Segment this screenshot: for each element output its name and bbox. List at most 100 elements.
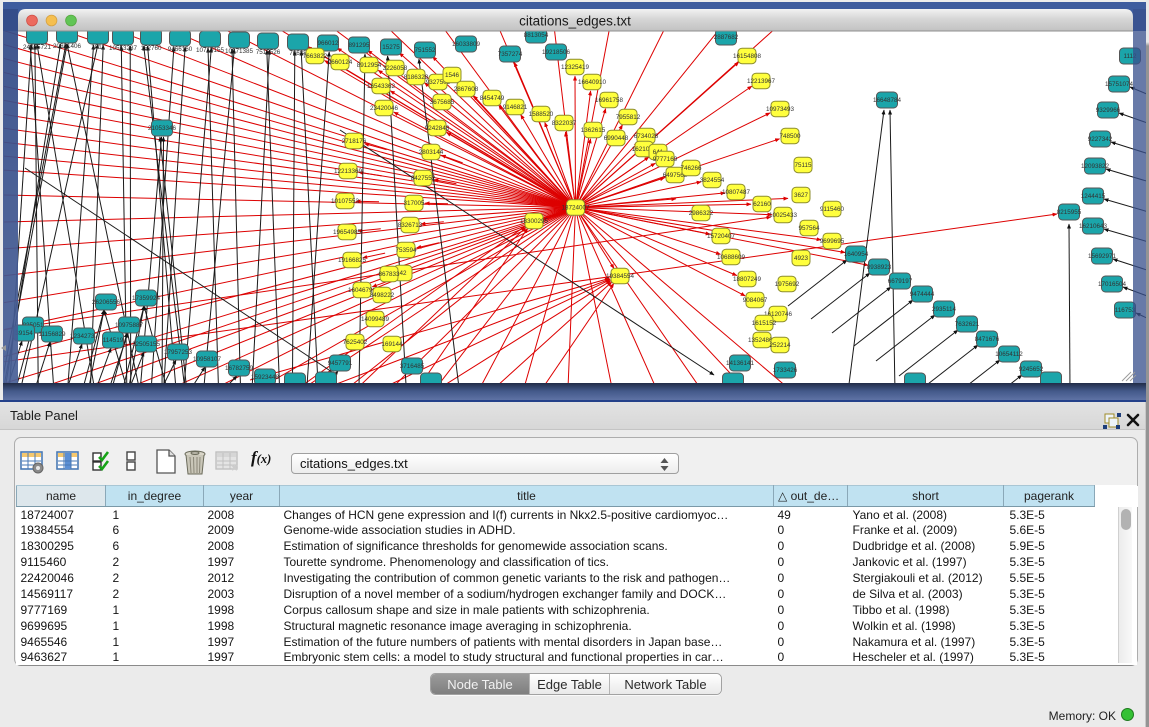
svg-text:9329966: 9329966 bbox=[1096, 107, 1121, 114]
svg-text:23420046: 23420046 bbox=[370, 105, 399, 112]
svg-text:14136141: 14136141 bbox=[726, 360, 755, 367]
svg-text:8813054: 8813054 bbox=[524, 32, 549, 39]
svg-text:7357274: 7357274 bbox=[498, 51, 523, 58]
svg-text:18807249: 18807249 bbox=[733, 276, 762, 283]
svg-text:9466160: 9466160 bbox=[168, 46, 193, 53]
svg-text:317005: 317005 bbox=[403, 200, 425, 207]
svg-text:10553287: 10553287 bbox=[109, 45, 138, 52]
svg-text:16961758: 16961758 bbox=[595, 97, 624, 104]
svg-text:8912954: 8912954 bbox=[357, 62, 382, 69]
svg-text:17016504: 17016504 bbox=[1098, 281, 1127, 288]
svg-text:19166825: 19166825 bbox=[338, 257, 367, 264]
svg-text:21053346: 21053346 bbox=[148, 125, 177, 132]
svg-text:751552: 751552 bbox=[414, 47, 436, 54]
svg-text:6990448: 6990448 bbox=[604, 135, 629, 142]
svg-text:8215955: 8215955 bbox=[1057, 209, 1082, 216]
svg-text:16648784: 16648784 bbox=[873, 97, 902, 104]
svg-text:9457791: 9457791 bbox=[328, 360, 353, 367]
svg-text:1811: 1811 bbox=[91, 44, 105, 51]
svg-text:7955812: 7955812 bbox=[616, 114, 641, 121]
svg-text:7663822: 7663822 bbox=[303, 53, 328, 60]
svg-text:9115460: 9115460 bbox=[820, 206, 845, 213]
svg-text:12325419: 12325419 bbox=[561, 64, 590, 71]
svg-text:10688609: 10688609 bbox=[717, 254, 746, 261]
svg-text:12093822: 12093822 bbox=[1081, 163, 1110, 170]
svg-text:9699695: 9699695 bbox=[820, 238, 845, 245]
svg-text:16782759: 16782759 bbox=[225, 365, 254, 372]
svg-text:16543362: 16543362 bbox=[367, 83, 396, 90]
svg-text:9084067: 9084067 bbox=[743, 297, 768, 304]
svg-text:citations_edges.txt: citations_edges.txt bbox=[519, 14, 631, 29]
svg-text:9245652: 9245652 bbox=[1019, 366, 1044, 373]
svg-text:3824554: 3824554 bbox=[700, 177, 725, 184]
svg-text:6679197: 6679197 bbox=[888, 278, 913, 285]
svg-text:18300295: 18300295 bbox=[520, 218, 549, 225]
svg-text:12213369: 12213369 bbox=[334, 168, 363, 175]
svg-text:1615152: 1615152 bbox=[752, 320, 777, 327]
svg-text:1362615: 1362615 bbox=[581, 127, 606, 134]
svg-text:116753: 116753 bbox=[1115, 307, 1136, 314]
svg-text:4923: 4923 bbox=[794, 255, 809, 262]
svg-text:6734028: 6734028 bbox=[634, 133, 659, 140]
svg-text:10958107: 10958107 bbox=[193, 356, 222, 363]
svg-text:7632621: 7632621 bbox=[955, 321, 980, 328]
svg-text:9227342: 9227342 bbox=[1088, 136, 1113, 143]
svg-text:19384554: 19384554 bbox=[606, 273, 635, 280]
svg-text:16640910: 16640910 bbox=[578, 79, 607, 86]
svg-text:1640954: 1640954 bbox=[844, 251, 869, 258]
svg-text:12342737: 12342737 bbox=[70, 333, 99, 340]
svg-text:9777169: 9777169 bbox=[653, 156, 678, 163]
svg-text:15720407: 15720407 bbox=[707, 233, 736, 240]
svg-text:9660124: 9660124 bbox=[328, 59, 353, 66]
svg-text:15751074: 15751074 bbox=[1105, 81, 1134, 88]
svg-text:169144: 169144 bbox=[381, 341, 403, 348]
svg-text:1546: 1546 bbox=[445, 72, 460, 79]
svg-text:16154808: 16154808 bbox=[733, 53, 762, 60]
svg-text:2887682: 2887682 bbox=[714, 34, 739, 41]
svg-text:24055721: 24055721 bbox=[23, 44, 52, 51]
svg-text:1588520: 1588520 bbox=[529, 111, 554, 118]
svg-text:7625402: 7625402 bbox=[343, 339, 368, 346]
svg-text:8938923: 8938923 bbox=[867, 264, 892, 271]
svg-text:10807487: 10807487 bbox=[722, 189, 751, 196]
svg-text:1733426: 1733426 bbox=[773, 367, 798, 374]
svg-text:10025433: 10025433 bbox=[769, 212, 798, 219]
svg-text:957564: 957564 bbox=[798, 225, 820, 232]
svg-text:14099489: 14099489 bbox=[361, 316, 390, 323]
svg-text:3627: 3627 bbox=[794, 192, 809, 199]
svg-text:748500: 748500 bbox=[779, 133, 801, 140]
svg-text:19218506: 19218506 bbox=[542, 49, 571, 56]
svg-text:16033809: 16033809 bbox=[452, 41, 481, 48]
svg-text:8322037: 8322037 bbox=[552, 120, 577, 127]
svg-text:1244415: 1244415 bbox=[1081, 193, 1106, 200]
svg-text:10671385: 10671385 bbox=[225, 48, 254, 55]
svg-text:18724007: 18724007 bbox=[561, 205, 590, 212]
svg-text:867833: 867833 bbox=[378, 271, 400, 278]
svg-text:2718176: 2718176 bbox=[342, 138, 367, 145]
svg-text:16210643: 16210643 bbox=[1079, 223, 1108, 230]
svg-text:753594: 753594 bbox=[395, 247, 417, 254]
svg-text:2867608: 2867608 bbox=[454, 86, 479, 93]
svg-text:966012: 966012 bbox=[317, 40, 339, 47]
svg-text:9242848: 9242848 bbox=[425, 125, 450, 132]
svg-text:15692971: 15692971 bbox=[1088, 253, 1117, 260]
svg-text:3675685: 3675685 bbox=[430, 99, 455, 106]
svg-text:19654985: 19654985 bbox=[333, 229, 362, 236]
svg-text:891295: 891295 bbox=[348, 42, 370, 49]
svg-text:17957253: 17957253 bbox=[164, 349, 193, 356]
svg-text:3498222: 3498222 bbox=[370, 292, 395, 299]
svg-text:252214: 252214 bbox=[769, 342, 791, 349]
svg-text:42: 42 bbox=[399, 270, 407, 277]
svg-text:9146821: 9146821 bbox=[503, 104, 528, 111]
svg-text:3226058: 3226058 bbox=[383, 65, 408, 72]
svg-text:12505155: 12505155 bbox=[132, 341, 161, 348]
svg-text:2986322: 2986322 bbox=[689, 210, 714, 217]
svg-text:3716485: 3716485 bbox=[400, 363, 425, 370]
svg-text:8471676: 8471676 bbox=[975, 336, 1000, 343]
svg-text:7515526: 7515526 bbox=[256, 49, 281, 56]
svg-text:10975887: 10975887 bbox=[115, 322, 144, 329]
svg-text:746266: 746266 bbox=[680, 165, 702, 172]
svg-text:8454749: 8454749 bbox=[480, 95, 505, 102]
svg-text:152760: 152760 bbox=[140, 45, 162, 52]
svg-text:2935114: 2935114 bbox=[932, 306, 957, 313]
